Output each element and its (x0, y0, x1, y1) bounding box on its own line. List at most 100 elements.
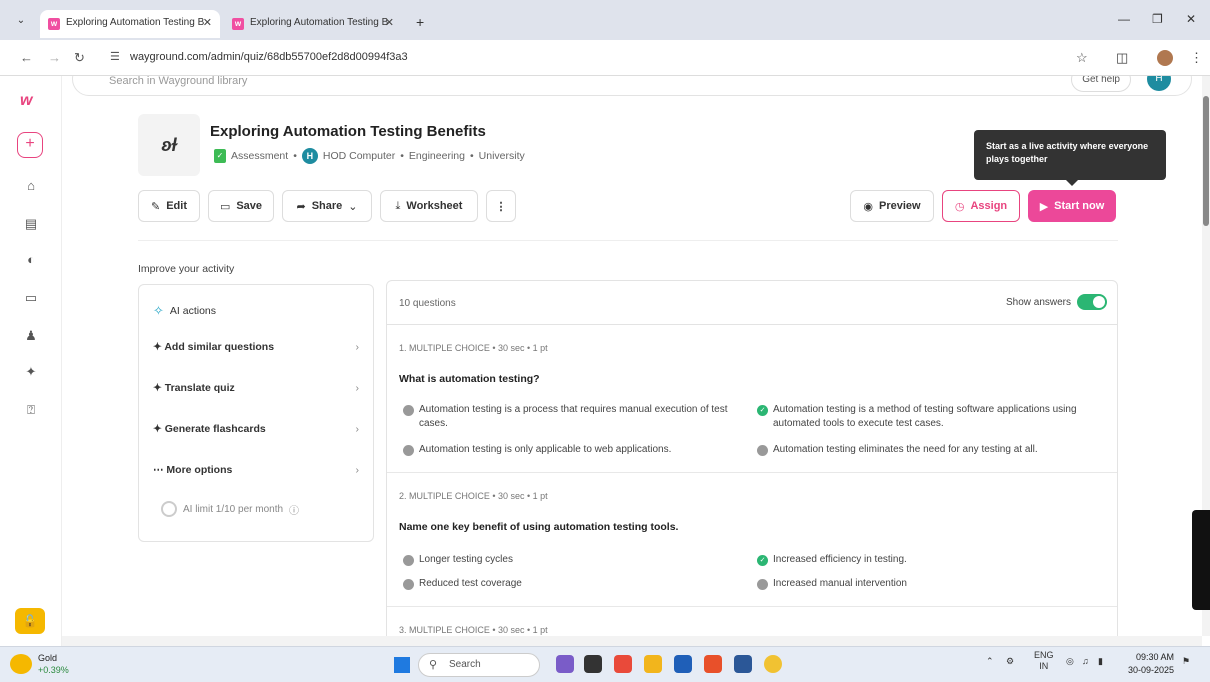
site-info-icon[interactable]: ☰ (110, 50, 120, 63)
profile-avatar[interactable] (1157, 50, 1173, 66)
new-tab-icon[interactable]: + (416, 14, 424, 30)
windows-start-icon[interactable] (394, 657, 410, 673)
widget-label: Gold (38, 653, 58, 663)
question-card[interactable]: 2. MULTIPLE CHOICE • 30 sec • 1 pt Name … (387, 473, 1117, 607)
classes-icon[interactable]: ▭ (22, 290, 40, 306)
improve-heading: Improve your activity (138, 263, 235, 275)
close-window-icon[interactable]: ✕ (1186, 12, 1196, 26)
answer-option-correct: ✓ Increased efficiency in testing. (757, 553, 1103, 567)
clock-icon: ◷ (954, 200, 965, 213)
ai-generate-flashcards[interactable]: ✦ Generate flashcards › (153, 423, 359, 435)
tray-chevron-icon[interactable]: ⌃ (986, 656, 994, 667)
url-text: wayground.com/admin/quiz/68db55700ef2d8d… (130, 51, 408, 63)
tab-search-icon[interactable]: ⌄ (10, 10, 32, 32)
tray-app-icon[interactable]: ⚙ (1006, 656, 1014, 667)
browser-menu-icon[interactable]: ⋮ (1190, 50, 1203, 66)
close-tab-icon[interactable]: ✕ (203, 16, 212, 29)
info-icon[interactable]: ⓘ (289, 502, 299, 517)
taskbar-app-icon[interactable] (556, 655, 574, 673)
question-card[interactable]: 1. MULTIPLE CHOICE • 30 sec • 1 pt What … (387, 325, 1117, 473)
reports-icon[interactable]: ◐ (22, 252, 40, 267)
taskbar-search[interactable]: ⚲ Search (418, 653, 540, 677)
horizontal-scrollbar[interactable] (62, 636, 1202, 646)
chrome-icon[interactable] (764, 655, 782, 673)
system-clock[interactable]: 09:30 AM 30-09-2025 (1128, 651, 1174, 677)
battery-icon[interactable]: ▮ (1098, 656, 1103, 667)
back-icon[interactable]: ← (20, 50, 33, 65)
library-icon[interactable]: ▤ (22, 216, 40, 232)
share-button[interactable]: ➦ Share ⌄ (282, 190, 372, 222)
notification-bell-icon[interactable]: ⚑ (1182, 656, 1190, 667)
wayground-logo-icon[interactable]: w (20, 92, 32, 110)
task-view-icon[interactable] (584, 655, 602, 673)
volume-icon[interactable]: ♫ (1082, 656, 1089, 666)
edit-button[interactable]: ✎ Edit (138, 190, 200, 222)
browser-tab-inactive[interactable]: w Exploring Automation Testing B ✕ (224, 10, 402, 38)
accommodations-icon[interactable]: ♟ (22, 328, 40, 344)
kebab-icon: ⋮ (495, 200, 507, 213)
url-field[interactable]: ☰ wayground.com/admin/quiz/68db55700ef2d… (100, 46, 1100, 70)
show-answers-toggle[interactable] (1077, 294, 1107, 310)
windows-taskbar: Gold +0.39% ⚲ Search ⌃ ⚙ ENG IN ◎ ♫ ▮ 09… (0, 646, 1210, 682)
start-now-button[interactable]: ▶ Start now (1028, 190, 1116, 222)
home-icon[interactable]: ⌂ (22, 178, 40, 193)
answer-option: Automation testing is only applicable to… (403, 443, 749, 457)
market-widget[interactable]: Gold +0.39% (10, 652, 69, 676)
more-options-button[interactable]: ⋮ (486, 190, 516, 222)
ai-add-similar-questions[interactable]: ✦ Add similar questions › (153, 341, 359, 353)
maximize-icon[interactable]: ❐ (1152, 12, 1163, 26)
reload-icon[interactable]: ↻ (74, 50, 85, 66)
play-icon: ▶ (1039, 200, 1049, 213)
create-plus-icon[interactable]: + (17, 132, 43, 158)
question-text: What is automation testing? (399, 373, 540, 385)
close-tab-icon[interactable]: ✕ (385, 16, 394, 29)
assessment-icon: ✓ (214, 149, 226, 163)
quiz-subject: Engineering (408, 150, 465, 162)
browser-tab-active[interactable]: w Exploring Automation Testing B ✕ (40, 10, 220, 38)
upgrade-lock-icon[interactable]: 🔓 (15, 608, 45, 634)
word-icon[interactable] (734, 655, 752, 673)
answer-option-correct: ✓ Automation testing is a method of testi… (757, 403, 1103, 431)
questions-panel: 10 questions Show answers 1. MULTIPLE CH… (386, 280, 1118, 646)
ai-more-options[interactable]: ⋯ More options › (153, 464, 359, 476)
worksheet-button[interactable]: ⤓ Worksheet (380, 190, 478, 222)
ai-actions-header: ✧ AI actions (153, 303, 217, 318)
preview-button[interactable]: ◉ Preview (850, 190, 934, 222)
question-count: 10 questions (399, 298, 456, 309)
ai-translate-quiz[interactable]: ✦ Translate quiz › (153, 382, 359, 394)
save-button[interactable]: ▭ Save (208, 190, 274, 222)
wifi-icon[interactable]: ◎ (1066, 656, 1074, 667)
quiz-author[interactable]: HOD Computer (323, 150, 395, 162)
file-explorer-icon[interactable] (644, 655, 662, 673)
firefox-icon[interactable] (704, 655, 722, 673)
answer-option: Reduced test coverage (403, 577, 749, 591)
browser-tab-bar: ⌄ w Exploring Automation Testing B ✕ w E… (0, 0, 1210, 40)
wrong-dot-icon (403, 405, 414, 416)
start-tooltip: Start as a live activity where everyone … (974, 130, 1166, 186)
copilot-icon[interactable] (614, 655, 632, 673)
question-meta: 3. MULTIPLE CHOICE • 30 sec • 1 pt (399, 625, 548, 635)
questions-header: 10 questions Show answers (387, 281, 1117, 325)
recording-widget[interactable] (1192, 510, 1210, 610)
answer-option: Increased manual intervention (757, 577, 1103, 591)
minimize-icon[interactable]: — (1118, 12, 1130, 26)
help-icon[interactable]: ⍰ (22, 402, 40, 418)
scrollbar-thumb[interactable] (1203, 96, 1209, 226)
language-indicator[interactable]: ENG IN (1034, 650, 1054, 672)
bookmark-star-icon[interactable]: ☆ (1076, 50, 1088, 66)
assign-button[interactable]: ◷ Assign (942, 190, 1020, 222)
library-search-placeholder: Search in Wayground library (109, 76, 248, 87)
wrong-dot-icon (757, 579, 768, 590)
store-icon[interactable] (674, 655, 692, 673)
library-search-bar[interactable]: Search in Wayground library Get help H (72, 76, 1192, 96)
chevron-right-icon: › (355, 341, 360, 353)
ai-sparkle-icon[interactable]: ✦ (22, 364, 40, 380)
widget-change: +0.39% (38, 665, 69, 675)
quiz-type: Assessment (231, 150, 289, 162)
forward-icon[interactable]: → (48, 50, 61, 65)
ellipsis-icon: ⋯ (153, 464, 164, 476)
extensions-icon[interactable]: ◫ (1116, 50, 1128, 66)
get-help-button[interactable]: Get help (1071, 76, 1131, 92)
share-icon: ➦ (296, 200, 306, 213)
user-avatar[interactable]: H (1147, 76, 1171, 91)
